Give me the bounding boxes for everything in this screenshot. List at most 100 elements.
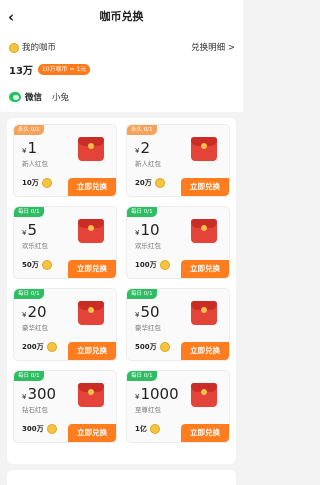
coin-icon (46, 342, 57, 352)
amount-line: ¥300 (22, 386, 56, 402)
packet-name: 新人红包 (22, 160, 48, 168)
amount-line: ¥10 (135, 222, 160, 238)
amount-line: ¥5 (22, 222, 37, 238)
wechat-icon (9, 92, 21, 102)
limit-tag: 永久 0/1 (14, 125, 44, 135)
yen-symbol: ¥ (22, 229, 27, 237)
redeem-now-button[interactable]: 立即兑换 (68, 342, 116, 360)
coin-icon (41, 178, 52, 188)
red-packet-card: 每日 0/1 ¥20 豪华红包 200万 立即兑换 (13, 288, 117, 361)
redeem-now-button[interactable]: 立即兑换 (68, 178, 116, 196)
packet-amount: 50 (140, 303, 160, 321)
bottom-panel (7, 470, 236, 485)
packet-name: 欢乐红包 (22, 242, 48, 250)
coin-cost: 20万 (135, 179, 152, 187)
red-packet-icon (78, 137, 104, 161)
red-packet-card: 永久 0/1 ¥1 新人红包 10万 立即兑换 (13, 124, 117, 197)
packet-name: 钻石红包 (22, 406, 48, 414)
coin-cost: 200万 (22, 343, 44, 351)
cost-line: 200万 (22, 342, 57, 352)
yen-symbol: ¥ (22, 393, 27, 401)
redeem-now-button[interactable]: 立即兑换 (181, 342, 229, 360)
coin-cost: 1亿 (135, 425, 147, 433)
redeem-grid: 永久 0/1 ¥1 新人红包 10万 立即兑换 永久 0/1 ¥2 新人红包 20万 立即兑换 每日… (7, 118, 236, 464)
redeem-now-button[interactable]: 立即兑换 (181, 424, 229, 442)
limit-tag: 每日 0/1 (14, 289, 44, 299)
limit-tag: 每日 0/1 (14, 371, 44, 381)
packet-name: 新人红包 (135, 160, 161, 168)
red-packet-icon (78, 383, 104, 407)
coin-cost: 50万 (22, 261, 39, 269)
yen-symbol: ¥ (135, 311, 140, 319)
account-card: 我的咖币 兑换明细 > 13万 10万咖币 = 1元 微信 小兔 (0, 34, 243, 112)
redeem-now-button[interactable]: 立即兑换 (181, 178, 229, 196)
coin-cost: 500万 (135, 343, 157, 351)
coin-icon (46, 424, 57, 434)
cost-line: 300万 (22, 424, 57, 434)
red-packet-card: 每日 0/1 ¥1000 至尊红包 1亿 立即兑换 (126, 370, 230, 443)
coin-icon (41, 260, 52, 270)
red-packet-card: 每日 0/1 ¥10 欢乐红包 100万 立即兑换 (126, 206, 230, 279)
red-packet-card: 每日 0/1 ¥5 欢乐红包 50万 立即兑换 (13, 206, 117, 279)
coin-icon (149, 424, 160, 434)
red-packet-icon (191, 301, 217, 325)
yen-symbol: ¥ (135, 393, 140, 401)
packet-name: 至尊红包 (135, 406, 161, 414)
limit-tag: 每日 0/1 (14, 207, 44, 217)
packet-amount: 1 (27, 139, 38, 157)
amount-line: ¥20 (22, 304, 47, 320)
cost-line: 10万 (22, 178, 52, 188)
cost-line: 20万 (135, 178, 165, 188)
limit-tag: 每日 0/1 (127, 371, 157, 381)
coin-cost: 300万 (22, 425, 44, 433)
limit-tag: 每日 0/1 (127, 207, 157, 217)
my-coin-label: 我的咖币 (22, 43, 57, 53)
red-packet-icon (191, 383, 217, 407)
wechat-label: 微信 (25, 93, 43, 103)
redeem-now-button[interactable]: 立即兑换 (68, 260, 116, 278)
amount-line: ¥50 (135, 304, 160, 320)
coin-amount: 13万 (9, 66, 33, 77)
packet-amount: 2 (140, 139, 151, 157)
redeem-now-button[interactable]: 立即兑换 (68, 424, 116, 442)
exchange-rate-badge: 10万咖币 = 1元 (37, 64, 91, 75)
cost-line: 50万 (22, 260, 52, 270)
amount-line: ¥2 (135, 140, 150, 156)
red-packet-card: 永久 0/1 ¥2 新人红包 20万 立即兑换 (126, 124, 230, 197)
coin-icon (159, 260, 170, 270)
packet-amount: 10 (140, 221, 160, 239)
my-coin-row: 我的咖币 (9, 42, 56, 54)
packet-amount: 20 (27, 303, 47, 321)
exchange-detail-link[interactable]: 兑换明细 > (191, 42, 235, 54)
packet-amount: 300 (27, 385, 57, 403)
yen-symbol: ¥ (22, 147, 27, 155)
red-packet-icon (78, 301, 104, 325)
cost-line: 1亿 (135, 424, 160, 434)
packet-name: 豪华红包 (135, 324, 161, 332)
coin-amount-row: 13万 10万咖币 = 1元 (9, 62, 91, 77)
top-bar: ‹ 咖币兑换 (0, 0, 243, 34)
coin-cost: 100万 (135, 261, 157, 269)
red-packet-card: 每日 0/1 ¥50 豪华红包 500万 立即兑换 (126, 288, 230, 361)
amount-line: ¥1000 (135, 386, 179, 402)
wechat-account-row: 微信 小兔 (9, 91, 69, 103)
red-packet-icon (78, 219, 104, 243)
user-name: 小兔 (52, 93, 70, 103)
page-title: 咖币兑换 (99, 10, 144, 23)
limit-tag: 每日 0/1 (127, 289, 157, 299)
packet-name: 豪华红包 (22, 324, 48, 332)
cost-line: 100万 (135, 260, 170, 270)
packet-name: 欢乐红包 (135, 242, 161, 250)
cost-line: 500万 (135, 342, 170, 352)
limit-tag: 永久 0/1 (127, 125, 157, 135)
coin-icon (9, 43, 19, 53)
packet-amount: 1000 (140, 385, 179, 403)
redeem-now-button[interactable]: 立即兑换 (181, 260, 229, 278)
red-packet-card: 每日 0/1 ¥300 钻石红包 300万 立即兑换 (13, 370, 117, 443)
packet-amount: 5 (27, 221, 38, 239)
coin-icon (154, 178, 165, 188)
coin-icon (159, 342, 170, 352)
amount-line: ¥1 (22, 140, 37, 156)
red-packet-icon (191, 219, 217, 243)
yen-symbol: ¥ (135, 229, 140, 237)
